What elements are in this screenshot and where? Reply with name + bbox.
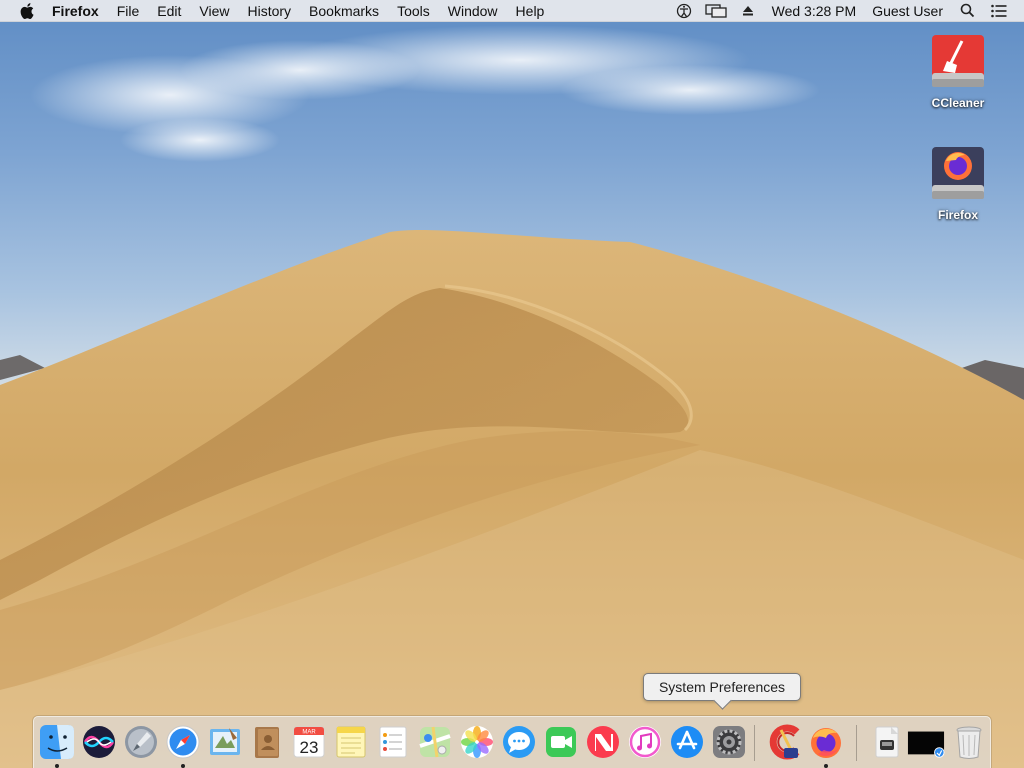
facetime-icon (546, 727, 576, 757)
desktop-icon-label: Firefox (937, 208, 978, 222)
dock-item-photos[interactable] (458, 722, 496, 762)
eject-icon[interactable] (737, 0, 759, 22)
menu-view[interactable]: View (190, 0, 238, 22)
display-mirroring-icon[interactable] (704, 0, 727, 22)
dock-item-screen[interactable] (907, 722, 945, 762)
siri-icon (83, 726, 115, 758)
dock-item-firefox[interactable] (807, 722, 845, 768)
mail-icon (210, 728, 240, 755)
menu-file[interactable]: File (108, 0, 149, 22)
finder-icon (40, 725, 74, 759)
dock-item-itunes[interactable] (626, 722, 664, 762)
accessibility-icon[interactable] (673, 0, 695, 22)
dock: MAR 23 (33, 716, 991, 768)
spotlight-search-icon[interactable] (956, 0, 978, 22)
maps-icon (419, 726, 451, 758)
calendar-day: 23 (300, 738, 319, 757)
downloads-stack-icon (875, 726, 899, 758)
dock-item-notes[interactable] (332, 722, 370, 762)
menu-bookmarks[interactable]: Bookmarks (300, 0, 388, 22)
dock-item-news[interactable] (584, 722, 622, 762)
safari-icon (166, 725, 200, 759)
menu-window[interactable]: Window (439, 0, 507, 22)
calendar-month: MAR (302, 730, 316, 736)
dock-item-app-store[interactable] (668, 722, 706, 762)
dock-item-siri[interactable] (80, 722, 118, 762)
dock-item-maps[interactable] (416, 722, 454, 762)
mojave-dunes-image (0, 25, 1024, 768)
dock-item-facetime[interactable] (542, 722, 580, 762)
calendar-icon: MAR 23 (293, 726, 325, 758)
desktop-icon-label: CCleaner (931, 96, 985, 110)
dock-item-trash[interactable] (950, 722, 988, 762)
desktop-icon-ccleaner[interactable]: CCleaner (918, 32, 998, 110)
ccleaner-drive-icon (928, 32, 988, 94)
menu-edit[interactable]: Edit (148, 0, 190, 22)
menu-history[interactable]: History (238, 0, 300, 22)
news-icon (587, 726, 619, 758)
dock-item-reminders[interactable] (374, 722, 412, 762)
contacts-icon (255, 727, 279, 758)
dock-separator (754, 725, 755, 761)
firefox-icon (811, 728, 841, 758)
menu-clock[interactable]: Wed 3:28 PM (764, 0, 865, 22)
dock-item-finder[interactable] (38, 722, 76, 768)
menu-help[interactable]: Help (507, 0, 554, 22)
notification-center-icon[interactable] (988, 0, 1010, 22)
ccleaner-icon (769, 724, 800, 760)
desktop-wallpaper (0, 0, 1024, 768)
dock-item-contacts[interactable] (248, 722, 286, 762)
app-store-icon (671, 726, 703, 758)
menu-bar: Firefox File Edit View History Bookmarks… (0, 0, 1024, 22)
notes-icon (336, 726, 366, 758)
dock-item-safari[interactable] (164, 722, 202, 768)
itunes-icon (629, 726, 661, 758)
firefox-drive-icon (928, 144, 988, 206)
reminders-icon (379, 726, 407, 758)
dock-item-launchpad[interactable] (122, 722, 160, 762)
launchpad-icon (125, 726, 157, 758)
dock-separator (856, 725, 857, 761)
dock-tooltip-text: System Preferences (658, 679, 786, 695)
running-indicator (181, 764, 185, 768)
menu-user[interactable]: Guest User (864, 0, 951, 22)
dock-tooltip: System Preferences (643, 673, 801, 701)
menu-bar-status-area: Wed 3:28 PM Guest User (668, 0, 1024, 22)
apple-menu-icon[interactable] (20, 2, 34, 19)
dock-item-calendar[interactable]: MAR 23 (290, 722, 328, 762)
photos-icon (461, 726, 493, 758)
dock-item-messages[interactable] (500, 722, 538, 762)
messages-icon (503, 726, 535, 758)
menu-tools[interactable]: Tools (388, 0, 439, 22)
system-preferences-icon (713, 726, 745, 758)
desktop-icon-firefox[interactable]: Firefox (918, 144, 998, 222)
dock-item-ccleaner[interactable] (766, 722, 804, 762)
running-indicator (824, 764, 828, 768)
dock-item-downloads[interactable] (868, 722, 906, 762)
trash-icon (956, 726, 982, 759)
screen-stack-icon (907, 731, 945, 758)
running-indicator (55, 764, 59, 768)
menu-app-name[interactable]: Firefox (52, 0, 108, 22)
dock-item-mail[interactable] (206, 722, 244, 762)
dock-item-system-preferences[interactable] (710, 722, 748, 762)
